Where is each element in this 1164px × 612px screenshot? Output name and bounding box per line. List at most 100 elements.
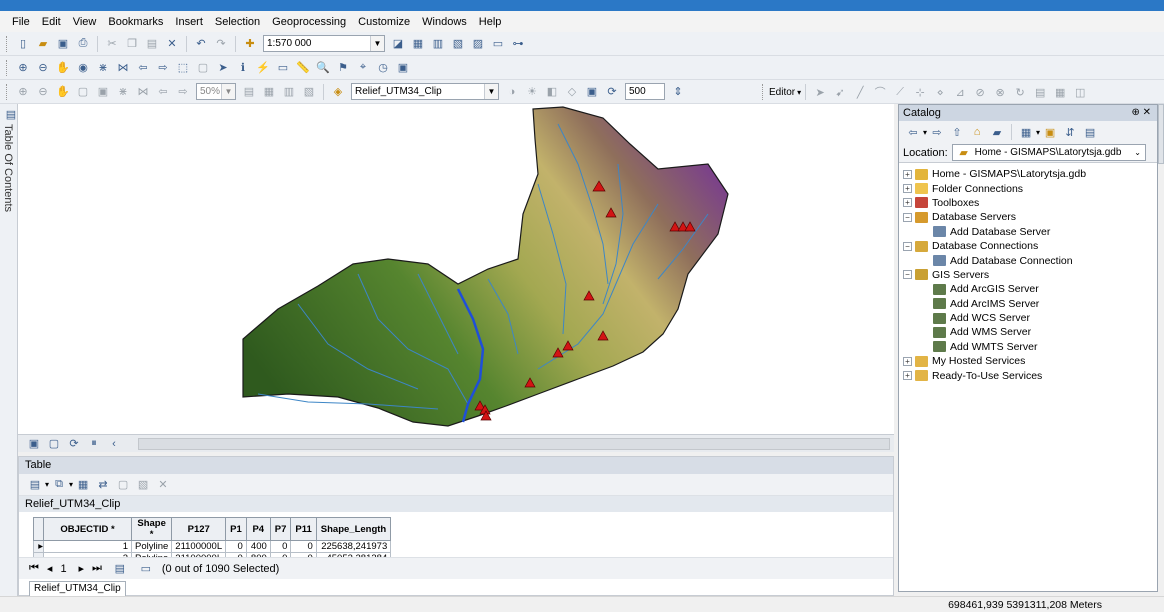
data-view-icon[interactable]: ▣ bbox=[26, 436, 42, 452]
row-selector-header[interactable] bbox=[33, 517, 44, 541]
menu-customize[interactable]: Customize bbox=[352, 16, 416, 28]
collapse-icon[interactable]: − bbox=[903, 270, 912, 280]
swipe-icon[interactable]: ◇ bbox=[564, 84, 580, 100]
flicker-rate-input[interactable]: 500 bbox=[625, 83, 665, 100]
print-icon[interactable]: ⎙ bbox=[75, 36, 91, 52]
cut-icon[interactable]: ✂ bbox=[104, 36, 120, 52]
fixed-zoom-in-layout-icon[interactable]: ⋇ bbox=[115, 84, 131, 100]
show-selected-records-icon[interactable]: ▭ bbox=[138, 561, 154, 577]
map-view[interactable] bbox=[18, 104, 894, 434]
transparency-icon[interactable]: ◧ bbox=[544, 84, 560, 100]
sketch-properties-icon[interactable]: ▦ bbox=[1052, 84, 1068, 100]
tree-item-ready-to-use-services[interactable]: + Ready-To-Use Services bbox=[903, 368, 1086, 382]
next-extent-layout-icon[interactable]: ⇨ bbox=[175, 84, 191, 100]
reshape-icon[interactable]: ⊿ bbox=[952, 84, 968, 100]
split-icon[interactable]: ⊗ bbox=[992, 84, 1008, 100]
measure-icon[interactable]: 📏 bbox=[295, 60, 311, 76]
tree-item-add-database-connection[interactable]: Add Database Connection bbox=[903, 253, 1086, 267]
tree-item-toolboxes[interactable]: + Toolboxes bbox=[903, 196, 1086, 210]
back-icon[interactable]: ⇦ bbox=[905, 124, 921, 140]
first-record-icon[interactable]: ⏮ bbox=[29, 562, 39, 575]
open-folder-icon[interactable]: ▰ bbox=[35, 36, 51, 52]
new-document-icon[interactable]: ▯ bbox=[15, 36, 31, 52]
layout-zoom-in-icon[interactable]: ⊕ bbox=[15, 84, 31, 100]
last-record-icon[interactable]: ⏭ bbox=[92, 562, 102, 575]
editor-menu[interactable]: Editor bbox=[769, 87, 795, 98]
chevron-down-icon[interactable]: ▼ bbox=[484, 84, 498, 99]
menu-edit[interactable]: Edit bbox=[36, 16, 67, 28]
flicker-rate-icon[interactable]: ⟳ bbox=[604, 84, 620, 100]
zoom-out-icon[interactable]: ⊖ bbox=[35, 60, 51, 76]
column-header[interactable]: OBJECTID * bbox=[43, 517, 132, 541]
expand-icon[interactable]: + bbox=[903, 198, 912, 208]
chevron-down-icon[interactable]: ▾ bbox=[797, 88, 801, 97]
html-popup-icon[interactable]: ▭ bbox=[275, 60, 291, 76]
previous-record-icon[interactable]: ◂ bbox=[47, 562, 53, 575]
tree-item-gis-servers[interactable]: − GIS Servers bbox=[903, 268, 1086, 282]
menu-help[interactable]: Help bbox=[473, 16, 508, 28]
model-builder-icon[interactable]: ⊶ bbox=[510, 36, 526, 52]
python-window-icon[interactable]: ▭ bbox=[490, 36, 506, 52]
previous-extent-layout-icon[interactable]: ⇦ bbox=[155, 84, 171, 100]
refresh-icon[interactable]: ⟳ bbox=[66, 436, 82, 452]
layout-pan-icon[interactable]: ✋ bbox=[55, 84, 71, 100]
tree-item-add-arcims-server[interactable]: Add ArcIMS Server bbox=[903, 297, 1086, 311]
table-cell[interactable]: 1 bbox=[43, 540, 132, 553]
fixed-zoom-out-layout-icon[interactable]: ⋈ bbox=[135, 84, 151, 100]
create-features-icon[interactable]: ◫ bbox=[1072, 84, 1088, 100]
contrast-icon[interactable]: ◑ bbox=[504, 84, 520, 100]
column-header[interactable]: Shape_Length bbox=[315, 517, 392, 541]
relief-map[interactable] bbox=[18, 104, 894, 434]
collapse-icon[interactable]: − bbox=[903, 241, 912, 251]
focus-data-frame-icon[interactable]: ▦ bbox=[261, 84, 277, 100]
end-point-arc-icon[interactable]: ⌒ bbox=[872, 84, 888, 100]
change-layout-icon[interactable]: ▥ bbox=[281, 84, 297, 100]
table-of-contents-strip[interactable]: ▤ Table Of Contents bbox=[0, 104, 18, 596]
menu-windows[interactable]: Windows bbox=[416, 16, 473, 28]
expand-icon[interactable]: + bbox=[903, 356, 912, 366]
tree-item-database-connections[interactable]: − Database Connections bbox=[903, 239, 1086, 253]
chevron-down-icon[interactable]: ⌄ bbox=[1130, 145, 1145, 160]
chevron-down-icon[interactable]: ▼ bbox=[221, 84, 235, 99]
spinner-icon[interactable]: ⇕ bbox=[670, 84, 686, 100]
table-cell[interactable]: 0 bbox=[269, 540, 292, 553]
tree-item-my-hosted-services[interactable]: + My Hosted Services bbox=[903, 354, 1086, 368]
table-cell[interactable]: 0 bbox=[290, 540, 317, 553]
cut-polygons-icon[interactable]: ⊘ bbox=[972, 84, 988, 100]
table-cell[interactable]: 0 bbox=[225, 540, 247, 553]
table-tab[interactable]: Relief_UTM34_Clip bbox=[29, 581, 126, 597]
menu-view[interactable]: View bbox=[67, 16, 103, 28]
layout-zoom-combo[interactable]: 50% ▼ bbox=[196, 83, 236, 100]
table-of-contents-icon[interactable]: ▦ bbox=[410, 36, 426, 52]
menu-selection[interactable]: Selection bbox=[209, 16, 266, 28]
close-icon[interactable]: ✕ bbox=[1143, 107, 1151, 118]
show-all-records-icon[interactable]: ▤ bbox=[112, 561, 128, 577]
column-header[interactable]: P11 bbox=[290, 517, 317, 541]
column-header[interactable]: Shape * bbox=[130, 517, 173, 541]
next-record-icon[interactable]: ▸ bbox=[78, 562, 84, 575]
clear-selection-icon[interactable]: ▢ bbox=[195, 60, 211, 76]
expand-icon[interactable]: + bbox=[903, 169, 912, 179]
zoom-in-icon[interactable]: ⊕ bbox=[15, 60, 31, 76]
location-combo[interactable]: ▰ Home - GISMAPS\Latorytsja.gdb ⌄ bbox=[951, 144, 1146, 161]
copy-icon[interactable]: ❐ bbox=[124, 36, 140, 52]
layout-view-icon[interactable]: ▢ bbox=[46, 436, 62, 452]
expand-icon[interactable]: + bbox=[903, 184, 912, 194]
chevron-down-icon[interactable]: ▼ bbox=[370, 36, 384, 51]
select-elements-icon[interactable]: ➤ bbox=[215, 60, 231, 76]
zoom-100-icon[interactable]: ▣ bbox=[95, 84, 111, 100]
delete-icon[interactable]: ✕ bbox=[164, 36, 180, 52]
clear-selection-icon[interactable]: ▢ bbox=[115, 477, 131, 493]
flicker-icon[interactable]: ▣ bbox=[584, 84, 600, 100]
edit-annotation-icon[interactable]: ➹ bbox=[832, 84, 848, 100]
switch-selection-icon[interactable]: ⇄ bbox=[95, 477, 111, 493]
expand-icon[interactable]: + bbox=[903, 371, 912, 381]
table-cell[interactable]: 225638,241973 bbox=[315, 540, 392, 553]
column-header[interactable]: P1 bbox=[225, 517, 247, 541]
straight-segment-icon[interactable]: ╱ bbox=[852, 84, 868, 100]
row-selector[interactable]: ▸ bbox=[33, 540, 44, 553]
menu-bookmarks[interactable]: Bookmarks bbox=[102, 16, 169, 28]
home-icon[interactable]: ⌂ bbox=[969, 124, 985, 140]
menu-insert[interactable]: Insert bbox=[169, 16, 209, 28]
time-slider-icon[interactable]: ◷ bbox=[375, 60, 391, 76]
